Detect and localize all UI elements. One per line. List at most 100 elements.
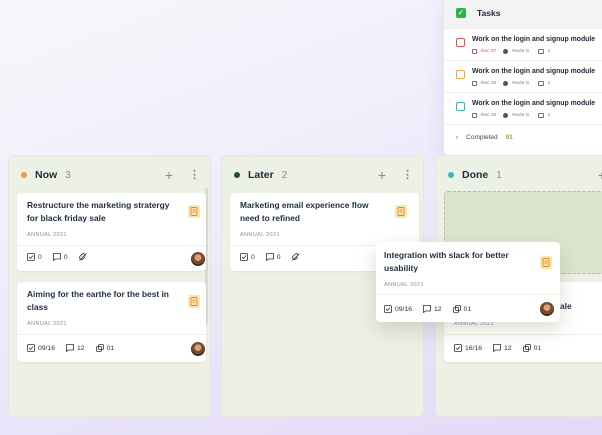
tasks-panel-header: ✓ Tasks (444, 0, 602, 29)
card-subtitle: ANNUAL 2021 (27, 321, 67, 327)
task-comments: 1 (547, 81, 551, 86)
card-subtitle: ANNUAL 2021 (27, 232, 67, 238)
card-stats: 16/16 12 01 (454, 344, 547, 352)
card-title: ale (560, 301, 572, 311)
calendar-icon (472, 113, 477, 118)
status-dot-icon (21, 172, 27, 178)
document-icon (540, 256, 552, 269)
more-options-icon[interactable]: ⋮ (402, 169, 413, 181)
no-attachment-icon (78, 253, 87, 261)
avatar (503, 113, 509, 118)
card-title: Aiming for the earthe for the best in cl… (27, 289, 169, 312)
task-item[interactable]: Work on the login and signup module Dec … (444, 93, 602, 125)
more-options-icon[interactable]: ⋮ (189, 169, 200, 181)
completed-toggle[interactable]: › Completed 01 (456, 134, 513, 141)
checkbox-icon (240, 253, 248, 261)
links-count: 01 (463, 305, 472, 313)
card-title: Marketing email experience flow need to … (240, 200, 369, 223)
card-stats: 09/16 12 01 (384, 305, 477, 313)
task-comments: 1 (547, 113, 551, 118)
column-count: 2 (281, 169, 288, 181)
column-title: Later (248, 169, 274, 181)
checkbox-icon (384, 305, 392, 313)
comment-icon (265, 253, 274, 261)
card-stats: 0 0 (240, 253, 306, 261)
links-count: 01 (533, 344, 542, 352)
copy-link-icon (522, 344, 531, 352)
checks-count: 09/16 (395, 305, 413, 313)
card-title: Integration with slack for better usabil… (384, 250, 509, 273)
task-assignee: Kevin G. (512, 49, 531, 54)
calendar-icon (472, 49, 477, 54)
completed-label: Completed (466, 134, 498, 141)
task-item[interactable]: Work on the login and signup module Dec … (444, 61, 602, 93)
completed-count: 01 (505, 134, 513, 141)
status-dot-icon (448, 172, 454, 178)
column-now: Now 3 + ⋮ Restructure the marketing stra… (8, 155, 211, 417)
document-icon (188, 205, 200, 218)
comment-icon (537, 49, 544, 54)
task-date: Dec 10 (481, 113, 497, 118)
column-count: 1 (496, 169, 502, 181)
copy-link-icon (452, 305, 461, 313)
card-stats: 0 0 (27, 253, 93, 261)
comment-icon (52, 253, 61, 261)
avatar (503, 81, 509, 86)
add-card-icon[interactable]: + (598, 168, 602, 182)
checkbox-icon (454, 344, 462, 352)
card-title: Restructure the marketing stratergy for … (27, 200, 170, 223)
checks-count: 0 (38, 253, 42, 261)
task-assignee: Kevin G. (512, 81, 531, 86)
no-attachment-icon (291, 253, 300, 261)
document-icon (188, 295, 200, 308)
tasks-panel-title: Tasks (477, 7, 501, 18)
checkbox-icon (27, 253, 35, 261)
column-header: Done 1 + (448, 168, 602, 182)
copy-link-icon (95, 344, 104, 352)
task-card[interactable]: Restructure the marketing stratergy for … (17, 193, 206, 271)
comment-icon (66, 344, 74, 352)
tasks-check-icon[interactable]: ✓ (456, 7, 466, 18)
task-checkbox[interactable] (456, 38, 465, 47)
dragging-task-card[interactable]: Integration with slack for better usabil… (376, 242, 560, 322)
task-meta: Dec 10 Kevin G. 1 (472, 81, 550, 86)
comment-icon (493, 344, 501, 352)
calendar-icon (472, 81, 477, 86)
chevron-right-icon: › (456, 134, 459, 141)
avatar (191, 342, 205, 356)
task-checkbox[interactable] (456, 70, 465, 79)
avatar (191, 252, 205, 266)
comments-count: 12 (434, 305, 442, 313)
task-date: Dec 10 (481, 81, 497, 86)
task-meta: Dec 10 Kevin G. 1 (472, 113, 550, 118)
card-stats: 09/16 12 01 (27, 344, 120, 352)
column-count: 3 (65, 169, 71, 181)
task-card[interactable]: Aiming for the earthe for the best in cl… (17, 282, 206, 362)
task-title: Work on the login and signup module (472, 100, 596, 107)
avatar (540, 302, 554, 316)
comment-icon (537, 81, 544, 86)
task-title: Work on the login and signup module (472, 36, 596, 43)
column-header: Now 3 + ⋮ (21, 168, 200, 182)
avatar (503, 49, 509, 54)
card-subtitle: ANNUAL 2021 (384, 282, 424, 288)
add-card-icon[interactable]: + (378, 168, 386, 182)
comments-count: 0 (276, 253, 281, 261)
task-title: Work on the login and signup module (472, 68, 596, 75)
task-meta: Dec 07 Kevin G. 1 (472, 49, 550, 54)
task-checkbox[interactable] (456, 102, 465, 111)
tasks-panel: ✓ Tasks Work on the login and signup mod… (443, 0, 602, 158)
comments-count: 0 (63, 253, 68, 261)
column-title: Done (462, 169, 489, 181)
status-dot-icon (234, 172, 240, 178)
comment-icon (537, 113, 544, 118)
document-icon (395, 205, 407, 218)
add-card-icon[interactable]: + (165, 168, 173, 182)
task-assignee: Kevin G. (512, 113, 531, 118)
task-date: Dec 07 (481, 49, 497, 54)
comment-icon (423, 305, 431, 313)
column-title: Now (35, 169, 58, 181)
comments-count: 12 (504, 344, 512, 352)
task-item[interactable]: Work on the login and signup module Dec … (444, 29, 602, 61)
checkbox-icon (27, 344, 35, 352)
